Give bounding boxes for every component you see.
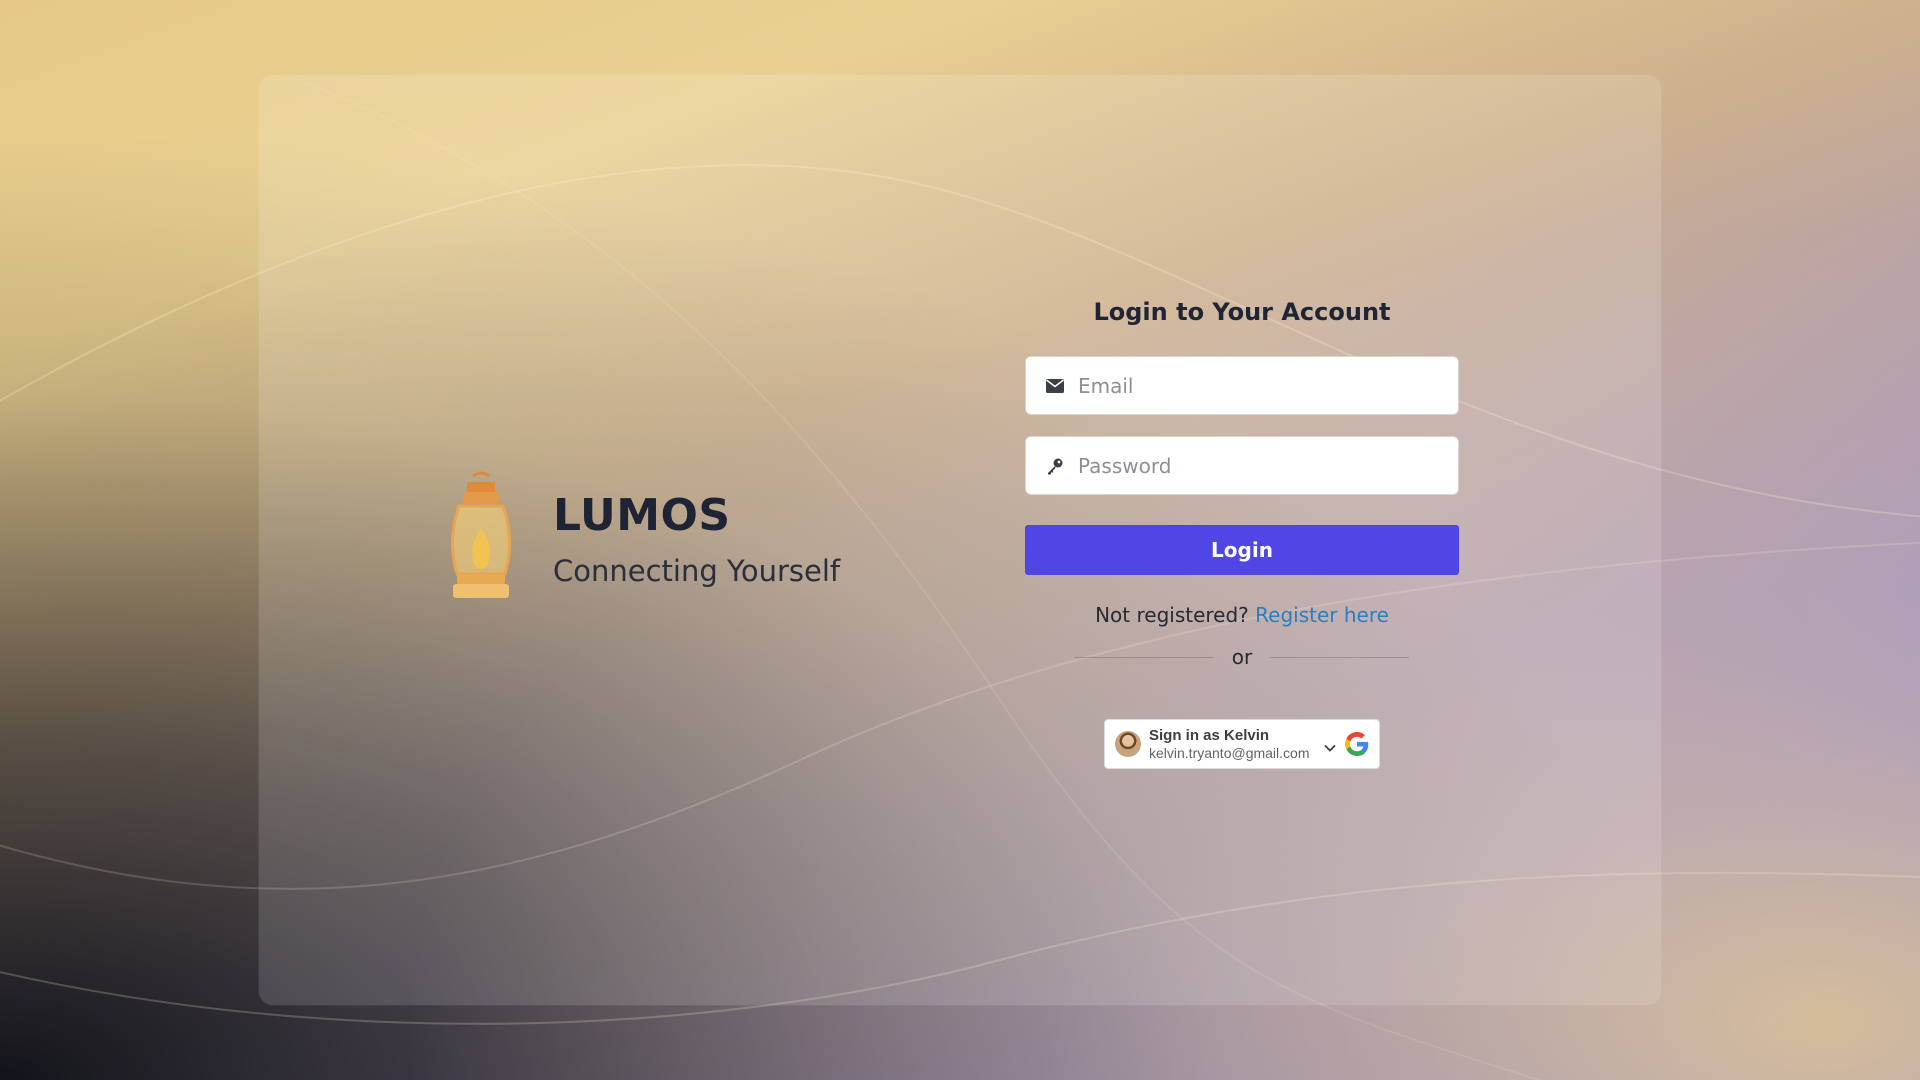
password-field[interactable] bbox=[1025, 436, 1459, 495]
google-icon bbox=[1345, 732, 1369, 756]
brand-tagline: Connecting Yourself bbox=[553, 554, 841, 589]
lantern-icon bbox=[450, 471, 512, 598]
not-registered-text: Not registered? bbox=[1095, 603, 1249, 627]
register-row: Not registered? Register here bbox=[1095, 603, 1389, 627]
key-icon bbox=[1046, 457, 1064, 475]
google-account-text: Sign in as Kelvin kelvin.tryanto@gmail.c… bbox=[1149, 727, 1317, 762]
register-link[interactable]: Register here bbox=[1255, 603, 1389, 627]
email-input[interactable] bbox=[1076, 372, 1450, 399]
brand-title: LUMOS bbox=[553, 489, 731, 541]
google-signin-button[interactable]: Sign in as Kelvin kelvin.tryanto@gmail.c… bbox=[1104, 719, 1380, 769]
login-button[interactable]: Login bbox=[1025, 525, 1459, 575]
avatar bbox=[1115, 731, 1141, 757]
email-field[interactable] bbox=[1025, 356, 1459, 415]
divider-line-right bbox=[1270, 656, 1409, 658]
password-input[interactable] bbox=[1076, 452, 1450, 479]
google-account-email: kelvin.tryanto@gmail.com bbox=[1149, 744, 1310, 761]
login-form: Login to Your Account Login Not register… bbox=[1025, 298, 1459, 769]
chevron-down-icon[interactable] bbox=[1323, 741, 1337, 755]
envelope-icon bbox=[1046, 377, 1064, 395]
divider-text: or bbox=[1231, 645, 1253, 669]
or-divider: or bbox=[1075, 645, 1409, 669]
google-signin-title: Sign in as Kelvin bbox=[1149, 726, 1270, 744]
divider-line-left bbox=[1075, 656, 1214, 658]
form-heading: Login to Your Account bbox=[1093, 298, 1391, 326]
brand-block: LUMOS Connecting Yourself bbox=[445, 470, 840, 610]
